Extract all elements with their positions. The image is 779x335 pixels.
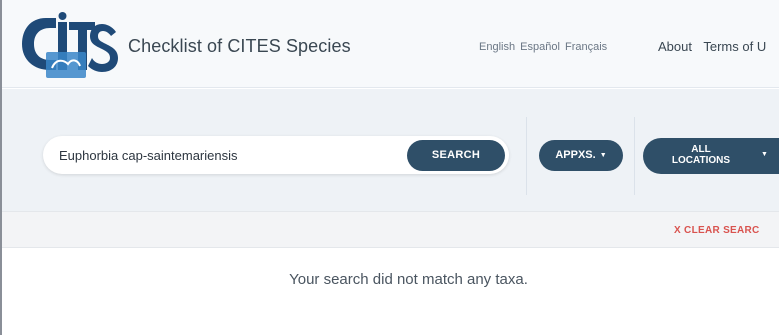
appendices-dropdown[interactable]: APPXS. ▼ <box>539 140 623 171</box>
caret-down-icon: ▼ <box>599 152 607 159</box>
locations-label-line1: ALL <box>691 144 711 155</box>
divider <box>526 117 527 195</box>
lang-espanol[interactable]: Español <box>520 41 560 53</box>
nav-terms-of-use[interactable]: Terms of U <box>703 39 766 54</box>
page-title[interactable]: Checklist of CITES Species <box>128 36 351 57</box>
lang-english[interactable]: English <box>479 41 515 53</box>
nav-about[interactable]: About <box>658 39 692 54</box>
language-switcher: English Español Français <box>479 41 609 53</box>
clear-bar: X CLEAR SEARC <box>2 211 779 248</box>
locations-label-line2: LOCATIONS <box>671 155 731 166</box>
caret-down-icon: ▼ <box>761 151 768 158</box>
cites-logo[interactable] <box>16 8 122 80</box>
no-results-message: Your search did not match any taxa. <box>289 271 528 288</box>
search-band: SEARCH APPXS.▼ ALL LOCATIONS ▼ <box>2 89 779 211</box>
divider <box>634 117 635 195</box>
lang-francais[interactable]: Français <box>565 41 607 53</box>
locations-dropdown[interactable]: ALL LOCATIONS ▼ <box>643 138 779 174</box>
appendices-label: APPXS. <box>555 149 596 161</box>
main-nav: About Terms of U <box>658 39 774 54</box>
site-header: Checklist of CITES Species English Españ… <box>2 0 779 88</box>
search-button[interactable]: SEARCH <box>407 140 505 171</box>
clear-search-link[interactable]: X CLEAR SEARC <box>674 225 760 236</box>
locations-label: ALL LOCATIONS <box>665 144 737 166</box>
search-input[interactable] <box>59 136 399 174</box>
